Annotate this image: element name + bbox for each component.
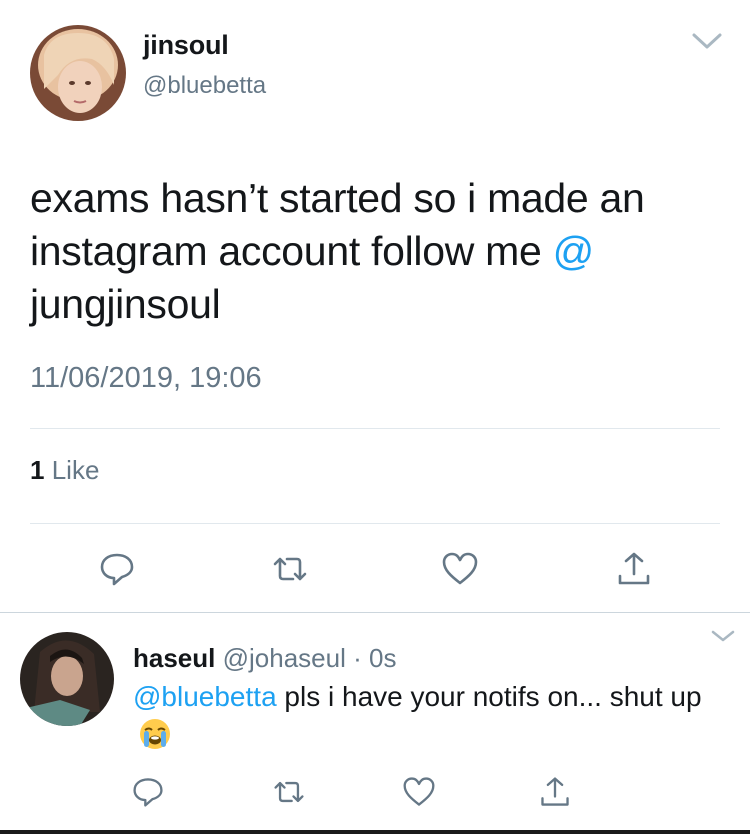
reply-author-handle[interactable]: @johaseul xyxy=(223,643,346,673)
retweet-icon[interactable] xyxy=(272,775,306,809)
reply-text-body: pls i have your notifs on... shut up xyxy=(276,681,702,712)
author-name[interactable]: jinsoul xyxy=(143,30,229,61)
reply-header: haseul @johaseul · 0s xyxy=(133,643,396,674)
reply-icon[interactable] xyxy=(98,550,136,588)
likes-number: 1 xyxy=(30,455,45,485)
loudly-crying-face-emoji xyxy=(139,718,171,750)
chevron-down-icon[interactable] xyxy=(710,628,736,644)
reply-mention-link[interactable]: @bluebetta xyxy=(133,681,277,712)
meta-separator: · xyxy=(353,643,362,673)
reply-time[interactable]: 0s xyxy=(369,643,396,673)
likes-count[interactable]: 1 Like xyxy=(30,455,99,486)
author-handle[interactable]: @bluebetta xyxy=(143,72,266,100)
likes-label: Like xyxy=(51,455,100,485)
reply-author-name[interactable]: haseul xyxy=(133,643,215,673)
reply-text: @bluebetta pls i have your notifs on... … xyxy=(133,678,723,754)
tweet-mention-link[interactable]: @ xyxy=(553,228,595,274)
tweet-text: exams hasn’t started so i made an instag… xyxy=(30,172,710,331)
reply-author-avatar[interactable] xyxy=(20,632,114,726)
divider xyxy=(30,428,720,429)
retweet-icon[interactable] xyxy=(271,550,309,588)
share-icon[interactable] xyxy=(538,775,572,809)
divider xyxy=(30,523,720,524)
like-icon[interactable] xyxy=(402,775,436,809)
avatar-image xyxy=(20,632,114,726)
reply-icon[interactable] xyxy=(131,775,165,809)
share-icon[interactable] xyxy=(615,550,653,588)
bottom-border xyxy=(0,830,750,834)
tweet-text-tail: jungjinsoul xyxy=(30,281,221,327)
author-avatar[interactable] xyxy=(30,25,126,121)
like-icon[interactable] xyxy=(441,550,479,588)
tweet-timestamp[interactable]: 11/06/2019, 19:06 xyxy=(30,362,262,395)
section-divider xyxy=(0,612,750,613)
chevron-down-icon[interactable] xyxy=(690,30,724,52)
avatar-image xyxy=(30,25,126,121)
